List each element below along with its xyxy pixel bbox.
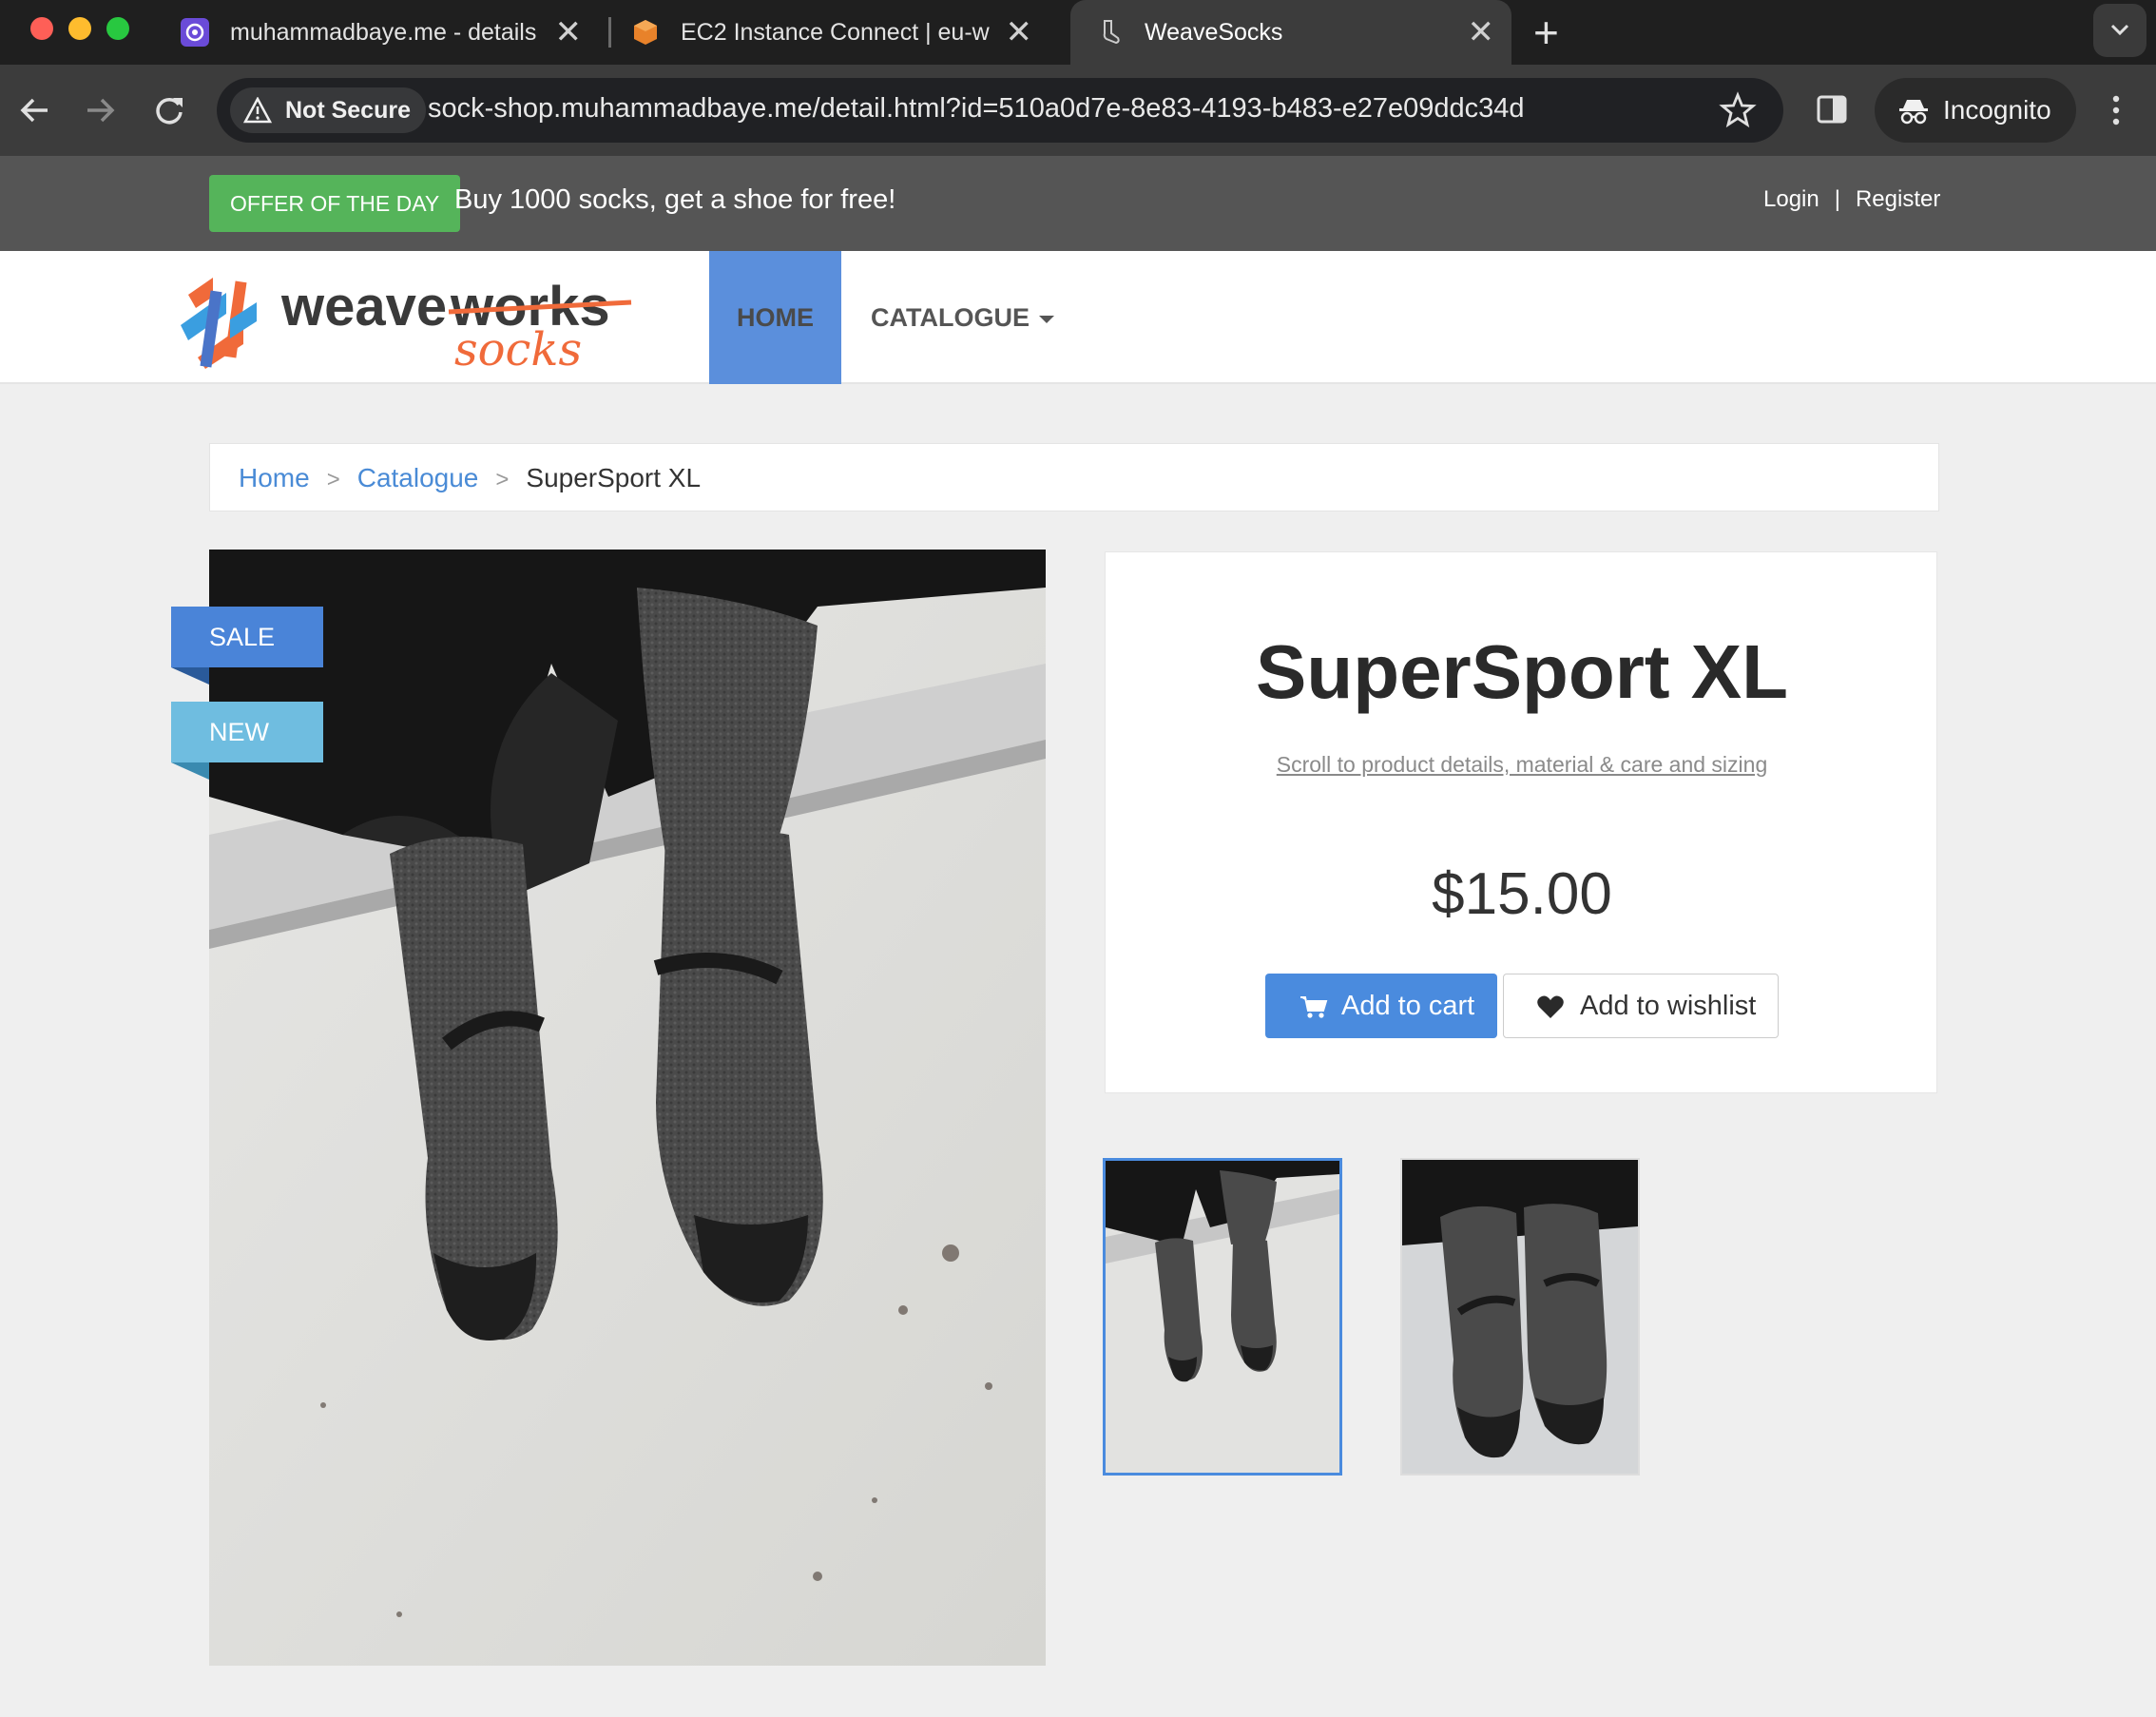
chevron-down-icon (2110, 24, 2129, 36)
browser-menu-icon[interactable] (2110, 93, 2122, 132)
new-tab-button[interactable]: + (1533, 8, 1559, 57)
bookmark-star-icon[interactable] (1719, 91, 1757, 134)
browser-toolbar: Not Secure sock-shop.muhammadbaye.me/det… (0, 65, 2156, 156)
nav-home[interactable]: HOME (709, 251, 841, 384)
aws-box-icon (631, 18, 660, 47)
add-to-wishlist-button[interactable]: Add to wishlist (1503, 974, 1779, 1038)
sock-icon (1095, 18, 1124, 47)
tab-close-icon[interactable]: ✕ (1468, 13, 1495, 51)
ribbon-fold (171, 667, 209, 685)
add-to-wishlist-label: Add to wishlist (1580, 991, 1757, 1021)
auth-separator: | (1834, 186, 1840, 212)
reload-icon (156, 97, 183, 125)
tab-search-button[interactable] (2093, 4, 2146, 57)
sale-ribbon-label: SALE (209, 623, 276, 651)
product-price: $15.00 (1432, 861, 1612, 927)
page-content: OFFER OF THE DAY Buy 1000 socks, get a s… (0, 156, 2156, 1717)
window-zoom-button[interactable] (106, 17, 129, 40)
shopping-cart-icon (1300, 996, 1328, 1018)
tab-close-icon[interactable]: ✕ (555, 13, 583, 51)
incognito-indicator[interactable]: Incognito (1875, 78, 2076, 143)
reload-button[interactable] (144, 86, 194, 135)
breadcrumb-separator: > (326, 467, 340, 492)
product-thumbnail-1[interactable] (1103, 1158, 1342, 1476)
product-info-box: SuperSport XL Scroll to product details,… (1105, 551, 1937, 1093)
arrow-right-icon (87, 98, 115, 123)
register-link[interactable]: Register (1856, 186, 1940, 212)
breadcrumb: Home > Catalogue > SuperSport XL (209, 443, 1939, 511)
browser-tab-bar: muhammadbaye.me - details ✕ EC2 Instance… (0, 0, 2156, 65)
auth-links: Login | Register (1763, 186, 1940, 213)
security-indicator[interactable]: Not Secure (230, 87, 426, 133)
address-bar[interactable]: Not Secure sock-shop.muhammadbaye.me/det… (217, 78, 1783, 143)
incognito-label: Incognito (1943, 95, 2051, 125)
heart-icon (1537, 995, 1564, 1018)
add-to-cart-label: Add to cart (1341, 991, 1475, 1021)
nav-catalogue-label: CATALOGUE (871, 303, 1030, 332)
forward-button[interactable] (76, 86, 125, 135)
breadcrumb-catalogue[interactable]: Catalogue (357, 463, 479, 492)
url-text[interactable]: sock-shop.muhammadbaye.me/detail.html?id… (428, 93, 1525, 125)
breadcrumb-home[interactable]: Home (239, 463, 310, 492)
new-ribbon-overlay: NEW (171, 702, 323, 780)
new-ribbon-label: NEW (209, 718, 269, 746)
tab-title: WeaveSocks (1145, 18, 1283, 46)
arrow-left-icon (20, 98, 48, 123)
add-to-cart-button[interactable]: Add to cart (1265, 974, 1497, 1038)
ribbon-fold (171, 762, 209, 780)
warning-triangle-icon (243, 97, 272, 124)
shield-logo-icon (181, 18, 209, 47)
tab-title: EC2 Instance Connect | eu-w (681, 18, 990, 46)
side-panel-icon[interactable] (1816, 93, 1848, 130)
tab-muhammadbaye[interactable]: muhammadbaye.me - details ✕ (181, 0, 599, 65)
product-main-image: SALE NEW (209, 550, 1046, 1666)
incognito-icon (1899, 100, 1928, 125)
login-link[interactable]: Login (1763, 186, 1819, 212)
tab-separator (608, 17, 611, 48)
offer-badge: OFFER OF THE DAY (209, 175, 461, 232)
sale-ribbon-overlay: SALE (171, 607, 323, 685)
tab-ec2-instance-connect[interactable]: EC2 Instance Connect | eu-w ✕ (631, 0, 1049, 65)
security-label: Not Secure (285, 97, 411, 124)
breadcrumb-current: SuperSport XL (526, 463, 702, 492)
offer-text: Buy 1000 socks, get a shoe for free! (454, 184, 896, 215)
nav-catalogue[interactable]: CATALOGUE (871, 251, 1054, 384)
product-title: SuperSport XL (1255, 629, 1789, 714)
weaveworks-socks-logo[interactable]: weave works socks (177, 266, 633, 376)
tab-close-icon[interactable]: ✕ (1006, 13, 1033, 51)
logo-word-socks: socks (454, 323, 582, 371)
weaveworks-mark-icon (181, 278, 257, 369)
window-minimize-button[interactable] (68, 17, 91, 40)
main-navbar: weave works socks HOME CATALOGUE (0, 251, 2156, 384)
window-close-button[interactable] (30, 17, 53, 40)
offer-bar: OFFER OF THE DAY Buy 1000 socks, get a s… (0, 156, 2156, 251)
scroll-to-details-link[interactable]: Scroll to product details, material & ca… (1106, 752, 1938, 778)
tab-weavesocks[interactable]: WeaveSocks ✕ (1070, 0, 1511, 65)
logo-word-weave: weave (280, 276, 447, 338)
tab-title: muhammadbaye.me - details (230, 18, 537, 46)
back-button[interactable] (10, 86, 59, 135)
caret-down-icon (1038, 315, 1054, 323)
breadcrumb-separator: > (495, 467, 510, 492)
product-thumbnail-2[interactable] (1400, 1158, 1640, 1476)
